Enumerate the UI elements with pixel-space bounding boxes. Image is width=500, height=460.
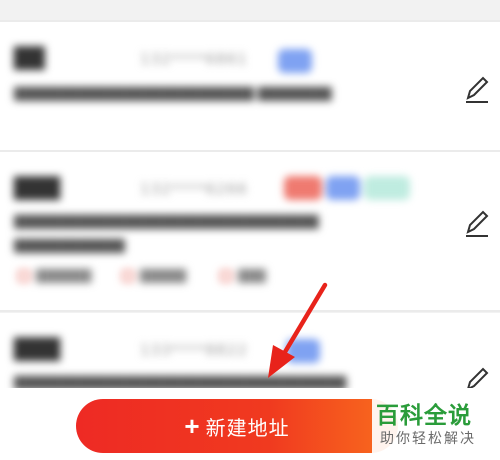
- address-text: ██████████████████████████ ████████: [14, 87, 332, 101]
- tag-label: [364, 176, 410, 200]
- watermark-logo: 百科全说 助你轻松解决: [372, 396, 492, 454]
- contact-phone: 133****8822: [140, 341, 248, 359]
- watermark-subtitle: 助你轻松解决: [380, 431, 476, 447]
- contact-phone: 132****6861: [140, 50, 248, 68]
- pill-text: ███: [238, 269, 266, 283]
- address-label-pill: ██████: [14, 266, 104, 286]
- address-card-3-content: ███ 133****8822 ████████████████████████…: [0, 313, 500, 390]
- tag-label: [326, 176, 360, 200]
- pencil-icon[interactable]: [464, 365, 490, 390]
- watermark-title: 百科全说: [376, 403, 472, 429]
- pill-text: █████: [140, 269, 187, 283]
- address-card-1[interactable]: ██ 132****6861 █████████████████████████…: [0, 22, 500, 150]
- contact-name: ███: [14, 337, 61, 361]
- pill-text: ██████: [36, 269, 92, 283]
- address-text: █████████████████████████████████ ██████…: [14, 215, 319, 253]
- new-address-button[interactable]: + 新建地址: [76, 399, 398, 453]
- new-address-label: 新建地址: [205, 417, 290, 440]
- pencil-icon[interactable]: [464, 74, 490, 104]
- address-label-pill: ███: [216, 266, 296, 286]
- pencil-icon[interactable]: [464, 208, 490, 238]
- address-list-screen: ██ 132****6861 █████████████████████████…: [0, 0, 500, 460]
- contact-phone: 132****6266: [140, 180, 248, 198]
- address-card-3[interactable]: ███ 133****8822 ████████████████████████…: [0, 313, 500, 390]
- address-list: ██ 132****6861 █████████████████████████…: [0, 0, 500, 390]
- contact-name: ██: [14, 46, 45, 70]
- contact-name: ███: [14, 176, 61, 200]
- address-label-pill: █████: [118, 266, 198, 286]
- address-card-1-content: ██ 132****6861 █████████████████████████…: [0, 22, 500, 150]
- address-card-2[interactable]: ███ 132****6266 ████████████████████████…: [0, 152, 500, 310]
- tag-label: [284, 176, 322, 200]
- address-card-2-content: ███ 132****6266 ████████████████████████…: [0, 152, 500, 310]
- default-tag: [286, 339, 320, 363]
- plus-icon: +: [184, 411, 200, 441]
- default-tag: [278, 49, 312, 73]
- list-divider: [0, 310, 500, 312]
